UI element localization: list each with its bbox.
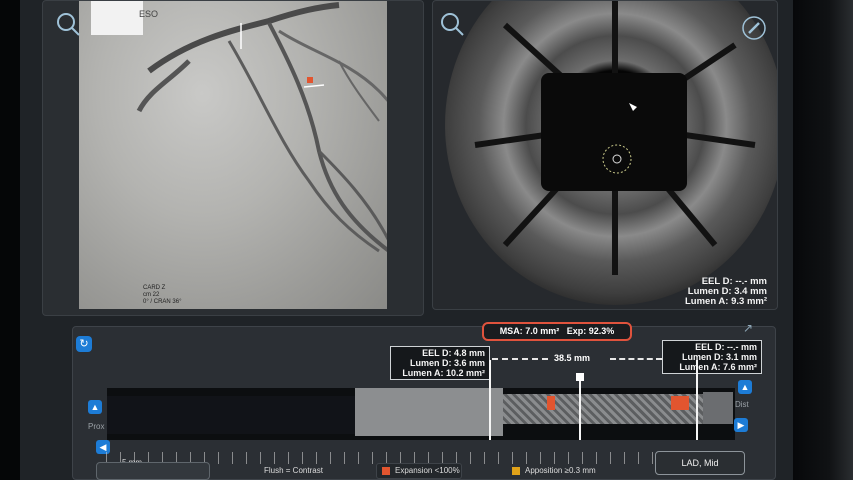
length-dimension-left xyxy=(492,358,548,360)
exp-label: Exp: xyxy=(566,326,587,336)
left-measure-box: EEL D: 4.8 mm Lumen D: 3.6 mm Lumen A: 1… xyxy=(390,346,490,380)
prox-reference-line[interactable] xyxy=(489,360,491,440)
msa-line[interactable] xyxy=(579,378,581,440)
length-dimension-right xyxy=(610,358,662,360)
angio-panel: ESO CARD Z cm 22 0° / CRAN 36° xyxy=(42,0,424,316)
left-lumen-d: Lumen D: 3.6 mm xyxy=(409,358,485,368)
flush-legend: Flush = Contrast xyxy=(264,466,323,475)
magnifier-icon[interactable] xyxy=(55,11,81,37)
length-label: 38.5 mm xyxy=(554,353,591,363)
left-eel: EEL D: 4.8 mm xyxy=(422,348,485,358)
msa-label: MSA: xyxy=(499,326,523,336)
prox-label: Prox xyxy=(88,422,105,431)
angio-meta-line: cm 22 xyxy=(143,292,160,298)
left-control-button[interactable] xyxy=(96,462,210,480)
right-eel: EEL D: --.- mm xyxy=(695,342,757,352)
refresh-icon[interactable]: ↻ xyxy=(76,336,92,352)
apposition-legend: Apposition ≥0.3 mm xyxy=(512,466,596,475)
chevron-right-icon[interactable]: ▶ xyxy=(734,418,748,432)
dist-label: Dist xyxy=(735,400,749,409)
track-dist-region xyxy=(703,392,733,424)
export-icon[interactable]: ↗ xyxy=(738,318,758,338)
right-lumen-d: Lumen D: 3.1 mm xyxy=(681,352,757,362)
dist-reference-line[interactable] xyxy=(696,360,698,440)
ivus-readout: EEL D: --.- mm Lumen D: 3.4 mm Lumen A: … xyxy=(685,277,767,307)
angio-label: ESO xyxy=(139,9,159,19)
expansion-swatch xyxy=(382,466,390,475)
track-prox-region xyxy=(107,396,355,434)
apposition-legend-label: Apposition ≥0.3 mm xyxy=(525,466,596,475)
magnifier-icon[interactable] xyxy=(439,11,465,37)
angio-meta-line: 0° / CRAN 36° xyxy=(143,299,182,305)
chevron-up-icon[interactable]: ▲ xyxy=(88,400,102,414)
expansion-legend: Expansion <100% xyxy=(382,466,460,475)
exp-value: 92.3% xyxy=(588,326,615,336)
angio-meta: CARD Z cm 22 0° / CRAN 36° xyxy=(143,285,181,306)
pencil-icon[interactable] xyxy=(741,15,767,41)
chevron-up-icon[interactable]: ▲ xyxy=(738,380,752,394)
left-lumen-a: Lumen A: 10.2 mm² xyxy=(402,368,485,378)
segment-button[interactable]: LAD, Mid xyxy=(655,451,745,475)
ivus-lumen-a: Lumen A: 9.3 mm² xyxy=(685,296,767,307)
angiogram-image xyxy=(79,1,421,309)
msa-badge: MSA: 7.0 mm² Exp: 92.3% xyxy=(482,322,632,341)
expansion-legend-label: Expansion <100% xyxy=(395,466,460,475)
expansion-marker xyxy=(671,396,689,410)
expansion-marker xyxy=(547,396,555,410)
right-measure-box: EEL D: --.- mm Lumen D: 3.1 mm Lumen A: … xyxy=(662,340,762,374)
monitor-bezel-right xyxy=(793,0,853,480)
angio-meta-line: CARD Z xyxy=(143,285,166,291)
msa-handle[interactable] xyxy=(576,373,584,381)
angio-overlay-label-bg xyxy=(91,1,143,35)
track-lumen-region xyxy=(355,388,503,436)
coronary-vessels xyxy=(136,2,421,253)
apposition-swatch xyxy=(512,466,520,475)
monitor-bezel-left xyxy=(0,0,20,480)
msa-value: 7.0 mm² xyxy=(525,326,560,336)
longitudinal-track xyxy=(107,388,735,440)
ivus-panel: EEL D: --.- mm Lumen D: 3.4 mm Lumen A: … xyxy=(432,0,778,310)
right-lumen-a: Lumen A: 7.6 mm² xyxy=(679,362,757,372)
ivus-lumen xyxy=(541,73,687,191)
